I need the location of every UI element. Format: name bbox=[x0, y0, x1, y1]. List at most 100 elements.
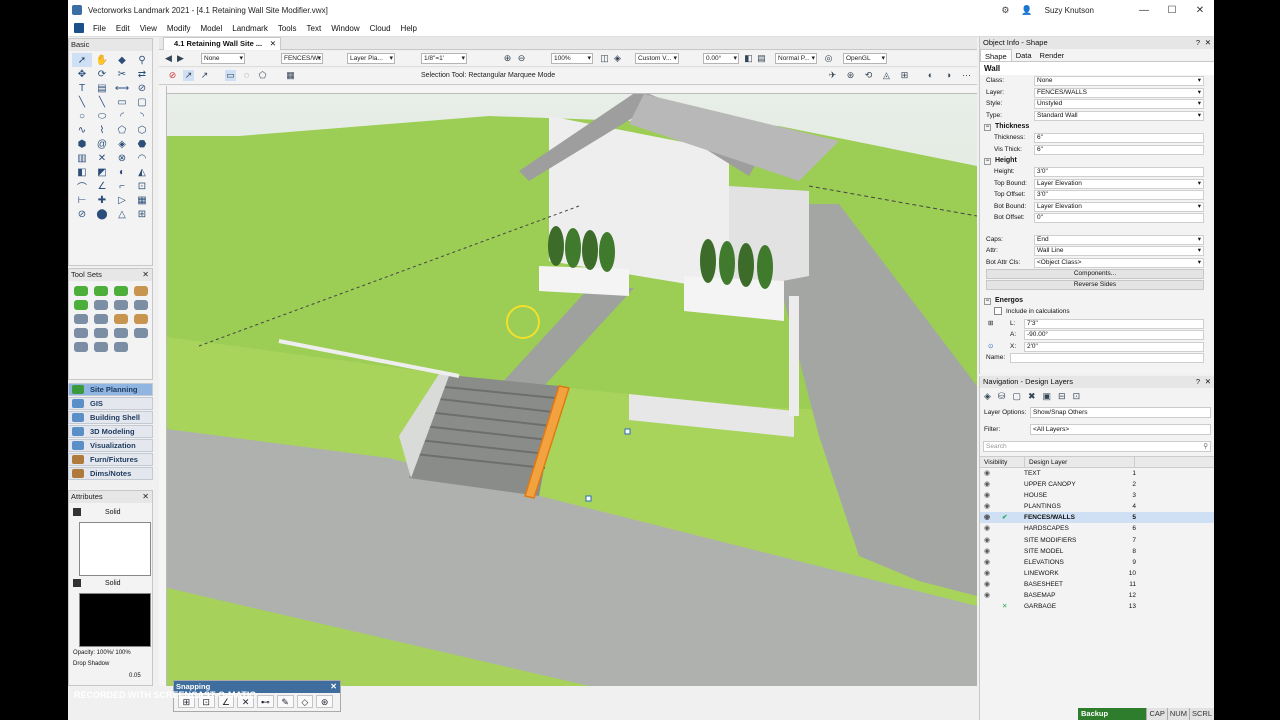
render-quality-select[interactable]: Normal P... bbox=[775, 53, 817, 64]
eye-icon[interactable]: ◉ bbox=[980, 479, 994, 490]
menu-modify[interactable]: Modify bbox=[162, 24, 196, 33]
l-field[interactable]: 7'3" bbox=[1024, 318, 1204, 329]
fence-tool-icon[interactable] bbox=[74, 328, 88, 338]
scissors-tool-icon[interactable]: ⬤ bbox=[92, 207, 112, 221]
visibility-tool-icon[interactable]: ◐ bbox=[112, 165, 132, 179]
3d-site-rendering[interactable] bbox=[159, 86, 977, 686]
minimize-button[interactable]: — bbox=[1130, 5, 1158, 16]
eye-icon[interactable]: ◉ bbox=[980, 546, 994, 557]
layer-check-spacer[interactable] bbox=[994, 535, 1024, 546]
double-polygon-tool-icon[interactable]: ⬡ bbox=[132, 123, 152, 137]
fill-icon[interactable] bbox=[73, 508, 81, 516]
split-tool-icon[interactable]: ✂ bbox=[112, 67, 132, 81]
plant-tool-icon[interactable] bbox=[74, 286, 88, 296]
snap-smart-edge-icon[interactable]: ◇ bbox=[296, 695, 314, 708]
site-model-tool-icon[interactable] bbox=[134, 328, 148, 338]
render-mode-icon[interactable]: ◎ bbox=[823, 53, 834, 64]
hatch-tool-icon[interactable]: ⊘ bbox=[72, 207, 92, 221]
layer-row[interactable]: ◉ BASEMAP 12 bbox=[980, 590, 1214, 601]
rounded-rectangle-tool-icon[interactable]: ▢ bbox=[132, 95, 152, 109]
horizontal-ruler[interactable] bbox=[159, 86, 977, 94]
layer-name[interactable]: PLANTINGS bbox=[1024, 501, 1124, 512]
maximize-button[interactable]: ☐ bbox=[1158, 5, 1186, 16]
fill-style-select[interactable]: Solid bbox=[105, 509, 121, 516]
layer-row[interactable]: ◉ HOUSE 3 bbox=[980, 490, 1214, 501]
bot-attr-cls-field[interactable]: <Object Class> bbox=[1034, 257, 1204, 268]
grade-tool-icon[interactable] bbox=[114, 300, 128, 310]
menu-help[interactable]: Help bbox=[396, 24, 422, 33]
bench-tool-icon[interactable] bbox=[114, 342, 128, 352]
include-calc-checkbox[interactable] bbox=[994, 307, 1002, 315]
layer-row[interactable]: ◉ PLANTINGS 4 bbox=[980, 501, 1214, 512]
eyedropper-tool-icon[interactable]: ⊘ bbox=[132, 81, 152, 95]
nav-duplicate-icon[interactable]: ▣ bbox=[1043, 391, 1052, 402]
nav-delete-icon[interactable]: ✖ bbox=[1028, 391, 1036, 402]
zoom-in-icon[interactable]: ⊕ bbox=[502, 53, 513, 64]
walkthrough-icon[interactable]: ⊛ bbox=[845, 70, 856, 81]
rotate-view-icon[interactable]: ⟲ bbox=[863, 70, 874, 81]
grid-tool-icon[interactable]: ⊞ bbox=[132, 207, 152, 221]
locus-tool-icon[interactable]: ⊢ bbox=[72, 193, 92, 207]
stake-object-tool-icon[interactable] bbox=[134, 300, 148, 310]
set-working-plane-icon[interactable]: ◬ bbox=[881, 70, 892, 81]
layer-name[interactable]: BASEMAP bbox=[1024, 590, 1124, 601]
visibility-column-header[interactable]: Visibility bbox=[980, 457, 1025, 467]
layer-check-spacer[interactable] bbox=[994, 468, 1024, 479]
eye-icon[interactable]: ◉ bbox=[980, 557, 994, 568]
layer-name[interactable]: BASESHEET bbox=[1024, 579, 1124, 590]
line-tool-icon[interactable]: ╲ bbox=[72, 95, 92, 109]
name-field[interactable] bbox=[1010, 353, 1204, 363]
view-options-icon[interactable]: ◑ bbox=[943, 70, 954, 81]
class-field[interactable]: None bbox=[1034, 76, 1204, 86]
document-tab[interactable]: 4.1 Retaining Wall Site ... ✕ bbox=[163, 37, 281, 50]
contour-tool-icon[interactable] bbox=[74, 342, 88, 352]
caps-field[interactable]: End bbox=[1034, 234, 1204, 245]
standard-view-icon[interactable]: ◫ bbox=[599, 53, 610, 64]
oval-tool-icon[interactable]: ⬭ bbox=[92, 109, 112, 123]
angle-field[interactable]: 0.00° bbox=[703, 53, 739, 64]
snap-tangent-icon[interactable]: ⊛ bbox=[316, 695, 333, 708]
settings-tool-icon[interactable]: ▦ bbox=[285, 70, 296, 81]
category-building-shell[interactable]: Building Shell bbox=[68, 411, 153, 424]
category-gis[interactable]: GIS bbox=[68, 397, 153, 410]
selection-tool-icon[interactable]: ➚ bbox=[72, 53, 92, 67]
tape-measure-tool-icon[interactable]: ⌒ bbox=[72, 179, 92, 194]
attribute-mapping-tool-icon[interactable]: ◈ bbox=[112, 137, 132, 151]
nav-stack-icon[interactable]: ⛁ bbox=[998, 391, 1006, 402]
close-tab-icon[interactable]: ✕ bbox=[270, 38, 276, 50]
snap-smart-point-icon[interactable]: ✎ bbox=[276, 695, 294, 708]
category-3d-modeling[interactable]: 3D Modeling bbox=[68, 425, 153, 438]
zoom-out-icon[interactable]: ⊖ bbox=[516, 53, 527, 64]
user-name[interactable]: Suzy Knutson bbox=[1045, 6, 1094, 15]
height-field[interactable]: 3'0" bbox=[1034, 167, 1204, 177]
top-bound-field[interactable]: Layer Elevation bbox=[1034, 178, 1204, 189]
layer-name[interactable]: ELEVATIONS bbox=[1024, 557, 1124, 568]
mirror-tool-icon[interactable]: ⇄ bbox=[132, 67, 152, 81]
close-icon[interactable]: ✕ bbox=[142, 491, 149, 503]
reshape-tool-icon[interactable]: ⬣ bbox=[132, 137, 152, 151]
close-button[interactable]: ✕ bbox=[1186, 5, 1214, 16]
layer-name[interactable]: HOUSE bbox=[1024, 490, 1124, 501]
freehand-tool-icon[interactable]: ∿ bbox=[72, 123, 92, 137]
nav-layers-icon[interactable]: ◈ bbox=[984, 391, 991, 402]
pen-style-select[interactable]: Solid bbox=[105, 580, 121, 587]
layer-select[interactable]: FENCES/W... bbox=[281, 53, 323, 64]
flip-icon[interactable]: ◧ bbox=[743, 53, 754, 64]
layer-name[interactable]: SITE MODIFIERS bbox=[1024, 535, 1124, 546]
existing-tree-tool-icon[interactable] bbox=[94, 286, 108, 296]
vertical-ruler[interactable] bbox=[159, 86, 167, 686]
quarter-arc-tool-icon[interactable]: ◝ bbox=[132, 109, 152, 123]
extrude-tool-icon[interactable]: ▦ bbox=[132, 193, 152, 207]
nav-edit-icon[interactable]: ▢ bbox=[1012, 391, 1021, 402]
lasso-marquee-icon[interactable]: ◌ bbox=[241, 70, 252, 81]
layer-name[interactable]: GARBAGE bbox=[1024, 601, 1124, 612]
components-button[interactable]: Components... bbox=[986, 269, 1204, 279]
a-field[interactable]: -90.00° bbox=[1024, 330, 1204, 340]
eye-icon[interactable]: ◉ bbox=[980, 568, 994, 579]
drop-shadow-label[interactable]: Drop Shadow bbox=[73, 661, 109, 667]
bot-bound-field[interactable]: Layer Elevation bbox=[1034, 201, 1204, 212]
saved-views-icon[interactable]: ▤ bbox=[756, 53, 767, 64]
selection-handle[interactable] bbox=[624, 428, 631, 435]
menu-cloud[interactable]: Cloud bbox=[365, 24, 396, 33]
layer-plane-select[interactable]: Layer Pla... bbox=[347, 53, 395, 64]
